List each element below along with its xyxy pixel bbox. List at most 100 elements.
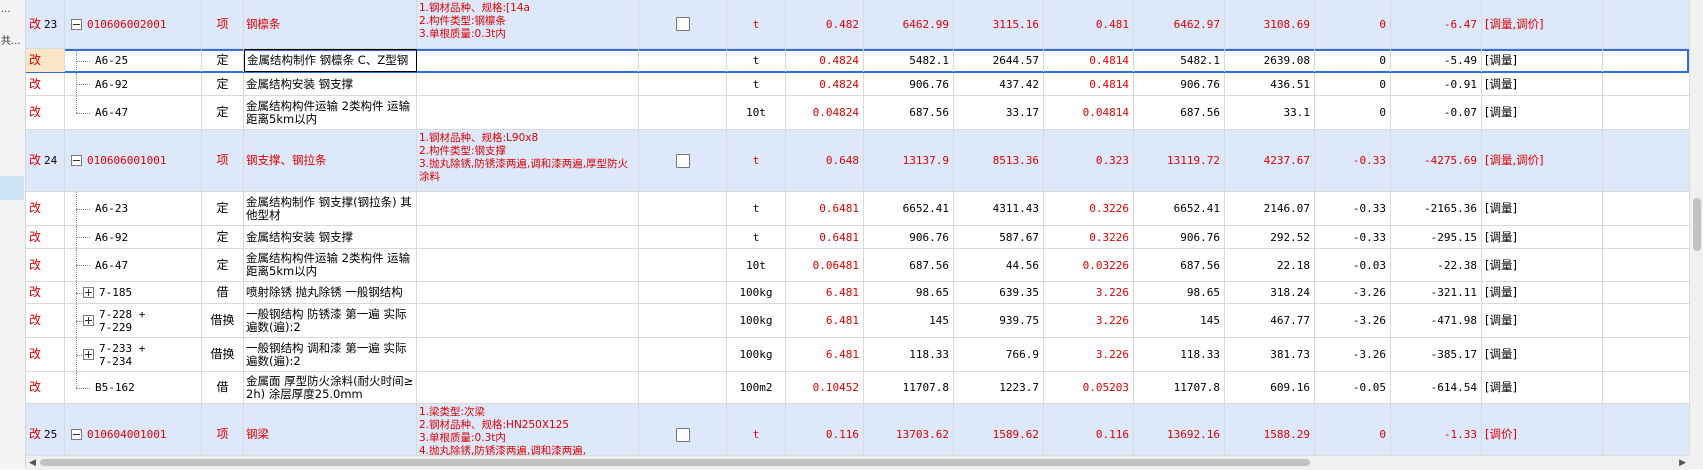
audited-unit-price-cell: 906.76 — [1134, 226, 1225, 248]
code-cell[interactable]: A6-92 — [65, 226, 202, 248]
features-cell[interactable] — [417, 338, 639, 371]
total-cell: 4311.43 — [954, 192, 1044, 225]
vertical-scrollbar[interactable] — [1689, 0, 1703, 455]
total-cell: 3115.16 — [954, 0, 1044, 48]
table-row[interactable]: 改 A6-92 定 金属结构安装 钢支撑 t 0.6481 906.76 587… — [26, 226, 1689, 249]
features-cell[interactable]: 1.梁类型:次梁 2.钢材品种、规格:HN250X125 3.单根质量:0.3t… — [417, 404, 639, 455]
features-cell[interactable] — [417, 372, 639, 403]
features-cell[interactable]: 1.钢材品种、规格:L90x8 2.构件类型:钢支撑 3.抛丸除锈,防锈漆两遍,… — [417, 130, 639, 191]
checkbox-cell — [639, 282, 727, 303]
checkbox-cell[interactable] — [639, 130, 727, 191]
checkbox-cell[interactable] — [639, 0, 727, 48]
table-row[interactable]: 改 7-228 + 7-229 借换 一般钢结构 防锈漆 第一遍 实际遍数(遍)… — [26, 304, 1689, 338]
code-cell[interactable]: 010606001001 — [65, 130, 202, 191]
quantity-cell: 0.6481 — [786, 192, 864, 225]
kind-cell: 借 — [202, 372, 244, 403]
name-cell[interactable]: 一般钢结构 调和漆 第一遍 实际遍数(遍):2 — [244, 338, 417, 371]
collapse-icon[interactable] — [71, 429, 82, 440]
expand-icon[interactable] — [83, 315, 94, 326]
features-cell[interactable] — [417, 192, 639, 225]
unit-price-cell: 145 — [864, 304, 954, 337]
unit-cell: t — [727, 130, 786, 191]
code-cell[interactable]: B5-162 — [65, 372, 202, 403]
name-cell[interactable]: 钢檩条 — [244, 0, 417, 48]
table-row[interactable]: 改 A6-23 定 金属结构制作 钢支撑(钢拉条) 其他型材 t 0.6481 … — [26, 192, 1689, 226]
table-row[interactable]: 改 A6-92 定 金属结构安装 钢支撑 t 0.4824 906.76 437… — [26, 73, 1689, 96]
code-cell[interactable]: 7-233 + 7-234 — [65, 338, 202, 371]
total-diff-cell: -6.47 — [1391, 0, 1482, 48]
name-cell[interactable]: 金属结构构件运输 2类构件 运输距离5km以内 — [244, 96, 417, 129]
name-cell[interactable]: 金属面 厚型防火涂料(耐火时间≥2h) 涂层厚度25.0mm — [244, 372, 417, 403]
table-row[interactable]: 改 7-233 + 7-234 借换 一般钢结构 调和漆 第一遍 实际遍数(遍)… — [26, 338, 1689, 372]
checkbox-cell — [639, 49, 727, 72]
code-cell[interactable]: 7-185 — [65, 282, 202, 303]
extra-cell — [1603, 304, 1689, 337]
name-cell[interactable]: 一般钢结构 防锈漆 第一遍 实际遍数(遍):2 — [244, 304, 417, 337]
horizontal-scroll-thumb[interactable] — [40, 459, 1310, 466]
collapse-icon[interactable] — [71, 155, 82, 166]
features-cell[interactable]: 1.钢材品种、规格:[14a 2.构件类型:钢檩条 3.单根质量:0.3t内 — [417, 0, 639, 48]
total-cell: 44.56 — [954, 249, 1044, 281]
unit-cell: t — [727, 0, 786, 48]
row-checkbox[interactable] — [675, 17, 690, 31]
row-checkbox[interactable] — [675, 153, 690, 168]
vertical-scroll-thumb[interactable] — [1693, 198, 1701, 251]
extra-cell — [1603, 49, 1689, 72]
features-cell[interactable] — [417, 282, 639, 303]
table-row[interactable]: 改 7-185 借 喷射除锈 抛丸除锈 一般钢结构 100kg 6.481 98… — [26, 282, 1689, 304]
expand-icon[interactable] — [83, 287, 94, 298]
scroll-left-icon[interactable]: ◀ — [29, 458, 36, 468]
table-row[interactable]: 改 24 010606001001 项 钢支撑、钢拉条 1.钢材品种、规格:L90… — [26, 130, 1689, 192]
code-cell[interactable]: 010604001001 — [65, 404, 202, 455]
total-diff-cell: -0.91 — [1391, 73, 1482, 95]
scroll-right-icon[interactable]: ▶ — [1679, 458, 1686, 468]
name-cell[interactable]: 金属结构安装 钢支撑 — [244, 226, 417, 248]
table-row[interactable]: 改 25 010604001001 项 钢梁 1.梁类型:次梁 2.钢材品种、规格… — [26, 404, 1689, 455]
code-cell[interactable]: A6-47 — [65, 96, 202, 129]
adjust-cell: [调量] — [1482, 73, 1603, 95]
row-checkbox[interactable] — [675, 427, 690, 442]
code-cell[interactable]: A6-92 — [65, 73, 202, 95]
features-cell[interactable] — [417, 304, 639, 337]
modified-tag: 改 — [26, 226, 65, 248]
table-row[interactable]: 改 A6-25 定 金属结构制作 钢檩条 C、Z型钢 t 0.4824 5482… — [26, 49, 1689, 73]
quantity-cell: 0.6481 — [786, 226, 864, 248]
adjust-cell: [调量] — [1482, 49, 1603, 72]
table-row[interactable]: 改 B5-162 借 金属面 厚型防火涂料(耐火时间≥2h) 涂层厚度25.0m… — [26, 372, 1689, 404]
name-cell[interactable]: 钢支撑、钢拉条 — [244, 130, 417, 191]
total-diff-cell: -614.54 — [1391, 372, 1482, 403]
name-cell[interactable]: 金属结构安装 钢支撑 — [244, 73, 417, 95]
total-cell: 437.42 — [954, 73, 1044, 95]
table-row[interactable]: 改 A6-47 定 金属结构构件运输 2类构件 运输距离5km以内 10t 0.… — [26, 249, 1689, 282]
code-cell[interactable]: A6-47 — [65, 249, 202, 281]
extra-cell — [1603, 404, 1689, 455]
name-cell[interactable]: 金属结构构件运输 2类构件 运输距离5km以内 — [244, 249, 417, 281]
features-cell[interactable] — [417, 96, 639, 129]
features-cell[interactable] — [417, 226, 639, 248]
code-cell[interactable]: A6-25 — [65, 49, 202, 72]
name-cell[interactable]: 喷射除锈 抛丸除锈 一般钢结构 — [244, 282, 417, 303]
features-cell[interactable] — [417, 49, 639, 72]
left-pane-selection[interactable] — [0, 176, 24, 200]
code-cell[interactable]: 7-228 + 7-229 — [65, 304, 202, 337]
features-cell[interactable] — [417, 73, 639, 95]
name-cell[interactable]: 金属结构制作 钢支撑(钢拉条) 其他型材 — [244, 192, 417, 225]
features-cell[interactable] — [417, 249, 639, 281]
audited-unit-price-cell: 98.65 — [1134, 282, 1225, 303]
quantity-diff-cell: 0 — [1315, 49, 1391, 72]
expand-icon[interactable] — [83, 349, 94, 360]
name-cell[interactable]: 钢梁 — [244, 404, 417, 455]
code-cell[interactable]: A6-23 — [65, 192, 202, 225]
row-number: 24 — [44, 154, 58, 167]
total-diff-cell: -1.33 — [1391, 404, 1482, 455]
audited-unit-price-cell: 5482.1 — [1134, 49, 1225, 72]
table-row[interactable]: 改 23 010606002001 项 钢檩条 1.钢材品种、规格:[14a 2.… — [26, 0, 1689, 49]
name-cell[interactable]: 金属结构制作 钢檩条 C、Z型钢 — [244, 49, 417, 72]
table-row[interactable]: 改 A6-47 定 金属结构构件运输 2类构件 运输距离5km以内 10t 0.… — [26, 96, 1689, 130]
collapse-icon[interactable] — [71, 18, 82, 30]
quantity-cell: 0.648 — [786, 130, 864, 191]
kind-cell: 借 — [202, 282, 244, 303]
code-cell[interactable]: 010606002001 — [65, 0, 202, 48]
checkbox-cell[interactable] — [639, 404, 727, 455]
horizontal-scrollbar[interactable]: ◀ ▶ — [26, 455, 1689, 470]
